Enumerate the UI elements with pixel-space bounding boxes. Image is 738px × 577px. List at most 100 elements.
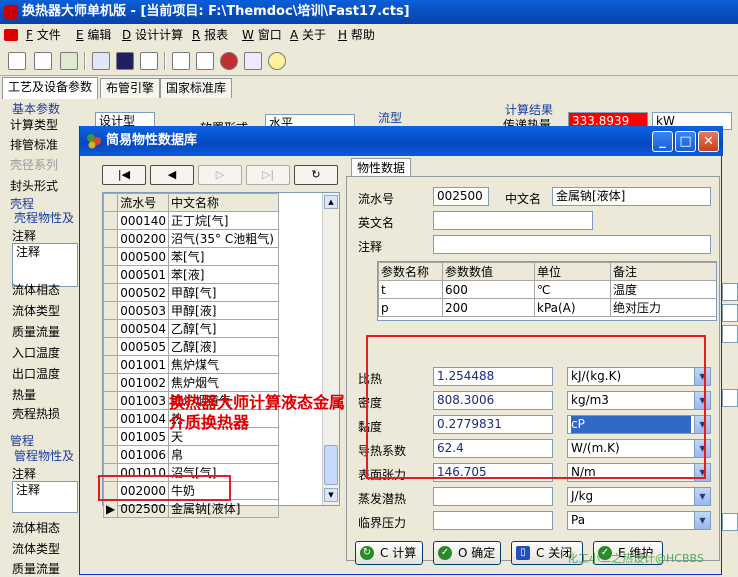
list-item-name[interactable]: 甲醇[液] [168,301,279,320]
list-item-name[interactable]: 焦炉煤气 [168,355,279,374]
menu-design-calc[interactable]: D 设计计算 [122,24,183,46]
app-menu-icon[interactable] [4,29,18,41]
col-cn-name[interactable]: 中文名称 [168,193,279,212]
list-scrollbar[interactable]: ▲ ▼ [322,193,339,505]
menu-about[interactable]: A 关于 [290,24,326,46]
list-item[interactable]: 001002 焦炉烟气 [102,373,279,392]
param-table[interactable]: 参数名称 参数数值 单位 备注 t 600 ℃ 温度 p 200 kPa(A) … [377,261,717,321]
print-preview-icon[interactable] [172,52,190,70]
print-icon[interactable] [196,52,214,70]
list-item[interactable]: 000140 正丁烷[气] [102,211,279,230]
col-serial[interactable]: 流水号 [117,193,170,212]
list-item-serial[interactable]: 000505 [117,337,170,356]
table-row[interactable]: t 600 ℃ 温度 [378,280,716,299]
prev-record-button[interactable]: ◀ [150,165,194,185]
critical-pressure-unit-select[interactable]: Pa ▼ [567,511,711,530]
cn-name-field[interactable]: 金属钠[液体] [552,187,711,206]
list-item-serial[interactable]: 001001 [117,355,170,374]
stop-icon[interactable] [220,52,238,70]
list-item-serial[interactable]: 001006 [117,445,170,464]
list-item[interactable]: 000502 甲醇[气] [102,283,279,302]
list-item[interactable]: ▶ 002500 金属钠[液体] [102,499,279,518]
list-item-serial[interactable]: 002500 [117,499,170,518]
menu-window[interactable]: W 窗口 [242,24,282,46]
last-record-button[interactable]: ▷| [246,165,290,185]
list-item[interactable]: 000500 苯[气] [102,247,279,266]
list-item-name[interactable]: 正丁烷[气] [168,211,279,230]
list-item-serial[interactable]: 001004 [117,409,170,428]
menu-help[interactable]: H 帮助 [338,24,375,46]
latent-heat-label: 蒸发潜热 [358,492,407,506]
first-record-button[interactable]: |◀ [102,165,146,185]
tab-property-data[interactable]: 物性数据 [351,158,411,177]
list-item-serial[interactable]: 000504 [117,319,170,338]
list-item-name[interactable]: 乙醇[液] [168,337,279,356]
list-item-name[interactable]: 乙醇[气] [168,319,279,338]
scroll-up-icon[interactable]: ▲ [324,195,338,209]
calc-button[interactable]: ↻ C 计算 [355,541,423,565]
menu-edit[interactable]: E 编辑 [76,24,111,46]
menu-file[interactable]: F 文件 [26,24,61,46]
moon-icon[interactable] [268,52,286,70]
tab-layout-engine[interactable]: 布管引擎 [100,78,161,98]
list-item[interactable]: 000505 乙醇[液] [102,337,279,356]
close-icon[interactable]: ✕ [698,131,719,152]
menu-report[interactable]: R 报表 [192,24,228,46]
tab-national-std[interactable]: 国家标准库 [160,78,233,98]
list-item-serial[interactable]: 000500 [117,247,170,266]
refresh-button[interactable]: ↻ [294,165,338,185]
bg-combo-edge[interactable] [722,389,738,407]
note-field[interactable] [433,235,711,254]
new-doc-icon[interactable] [34,52,52,70]
list-item-name[interactable]: 焦炉烟气 [168,373,279,392]
dialog-titlebar[interactable]: 简易物性数据库 _ □ ✕ [80,126,723,156]
list-item-name[interactable]: 苯[气] [168,247,279,266]
list-item[interactable]: 001006 帛 [102,445,279,464]
critical-pressure-field[interactable] [433,511,553,530]
tube-note-field[interactable]: 注释 [12,481,78,513]
list-item-serial[interactable]: 000501 [117,265,170,284]
new-file-icon[interactable] [8,52,26,70]
list-item-name[interactable]: 帛 [168,445,279,464]
next-record-button[interactable]: ▷ [198,165,242,185]
latent-heat-field[interactable] [433,487,553,506]
bg-combo-edge[interactable] [722,304,738,322]
list-item-name[interactable]: 沼气(35° C池粗气) [168,229,279,248]
en-name-field[interactable] [433,211,593,230]
bg-combo-edge[interactable] [722,513,738,531]
list-item-serial[interactable]: 000502 [117,283,170,302]
material-list[interactable]: 流水号 中文名称 000140 正丁烷[气] 000200 沼气(35° C池粗气) 0… [102,192,340,518]
chevron-down-icon[interactable]: ▼ [694,488,710,505]
minimize-icon[interactable]: _ [652,131,673,152]
copy-icon[interactable] [140,52,158,70]
list-item-serial[interactable]: 000503 [117,301,170,320]
scroll-down-icon[interactable]: ▼ [324,488,338,502]
serial-field[interactable]: 002500 [433,187,489,206]
list-item-name[interactable]: 金属钠[液体] [168,499,279,518]
list-item-serial[interactable]: 000140 [117,211,170,230]
maximize-icon[interactable]: □ [675,131,696,152]
list-item[interactable]: 000501 苯[液] [102,265,279,284]
table-row[interactable]: p 200 kPa(A) 绝对压力 [378,298,716,317]
save-icon[interactable] [116,52,134,70]
ok-button[interactable]: ✓ O 确定 [433,541,501,565]
chevron-down-icon[interactable]: ▼ [694,512,710,529]
latent-heat-unit-select[interactable]: J/kg ▼ [567,487,711,506]
list-item[interactable]: 001001 焦炉煤气 [102,355,279,374]
list-item[interactable]: 000200 沼气(35° C池粗气) [102,229,279,248]
calc-icon[interactable] [60,52,78,70]
list-item-serial[interactable]: 001005 [117,427,170,446]
list-item-name[interactable]: 甲醇[气] [168,283,279,302]
list-item-serial[interactable]: 001003 [117,391,170,410]
list-item-name[interactable]: 苯[液] [168,265,279,284]
purple-tool-icon[interactable] [244,52,262,70]
bg-combo-edge[interactable] [722,283,738,301]
bg-combo-edge[interactable] [722,325,738,343]
list-item-serial[interactable]: 001002 [117,373,170,392]
tab-process-params[interactable]: 工艺及设备参数 [2,77,99,99]
list-item[interactable]: 000503 甲醇[液] [102,301,279,320]
scroll-thumb[interactable] [324,445,338,485]
list-item[interactable]: 000504 乙醇[气] [102,319,279,338]
open-icon[interactable] [92,52,110,70]
list-item-serial[interactable]: 000200 [117,229,170,248]
